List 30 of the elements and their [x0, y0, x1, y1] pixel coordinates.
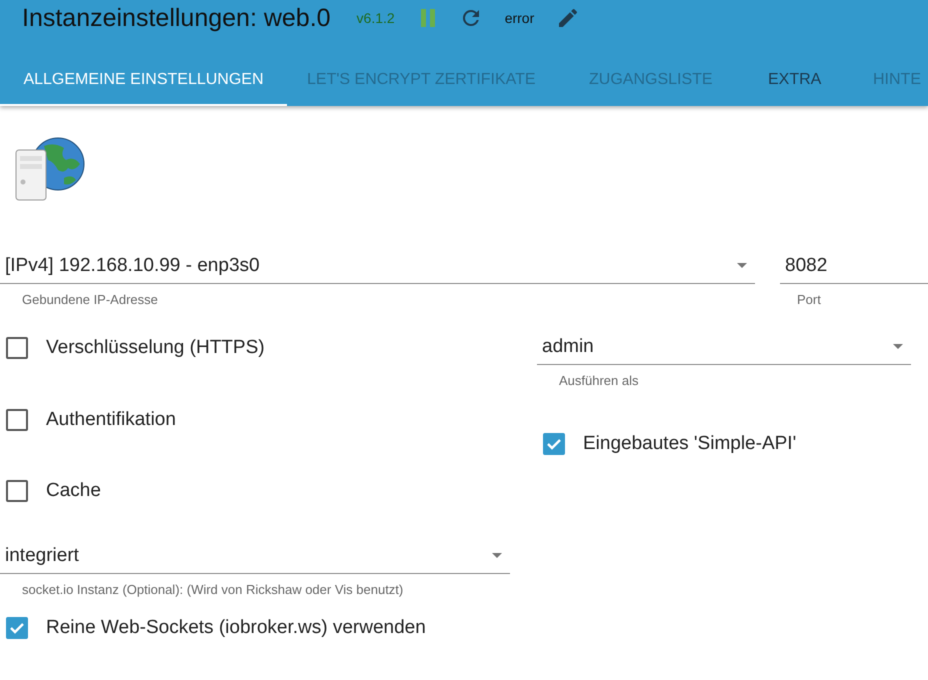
checkbox[interactable] — [6, 480, 28, 502]
port-field[interactable]: 8082 — [780, 248, 928, 284]
dropdown-field[interactable]: admin — [537, 329, 911, 365]
checkbox-label: Authentifikation — [46, 408, 176, 430]
helper-text: socket.io Instanz (Optional): (Wird von Rickshaw oder Vis benutzt) — [22, 582, 404, 597]
checkbox[interactable] — [6, 408, 28, 430]
helper-text: Gebundene IP-Adresse — [22, 292, 159, 307]
checkbox[interactable] — [6, 337, 28, 359]
caret-icon — [893, 344, 903, 349]
checkbox-label: Eingebautes 'Simple-API' — [583, 433, 796, 455]
status-label: error — [504, 10, 534, 26]
tab[interactable]: ALLGEMEINE EINSTELLUNGEN — [0, 56, 287, 106]
helper-text: Port — [797, 292, 822, 307]
caret-icon — [492, 553, 502, 558]
field-value: integriert — [5, 544, 79, 566]
caret-icon — [737, 263, 747, 268]
helper-text: Ausführen als — [559, 373, 640, 388]
version-label: v6.1.2 — [356, 10, 395, 26]
checkbox-label: Verschlüsselung (HTTPS) — [46, 337, 265, 359]
checkbox[interactable] — [543, 433, 565, 455]
field-value: 8082 — [785, 254, 828, 276]
tab[interactable]: EXTRA — [745, 56, 849, 106]
checkbox-label: Cache — [46, 480, 101, 502]
dropdown-field[interactable]: [IPv4] 192.168.10.99 - enp3s0 — [0, 248, 755, 284]
window-title: Instanzeinstellungen: web.0 — [22, 4, 331, 32]
checkbox-label: Reine Web-Sockets (iobroker.ws) verwenden — [46, 617, 426, 639]
field-value: admin — [542, 336, 594, 358]
dropdown-field[interactable]: integriert — [0, 538, 510, 574]
checkbox[interactable] — [6, 617, 28, 639]
field-value: [IPv4] 192.168.10.99 - enp3s0 — [5, 254, 260, 276]
